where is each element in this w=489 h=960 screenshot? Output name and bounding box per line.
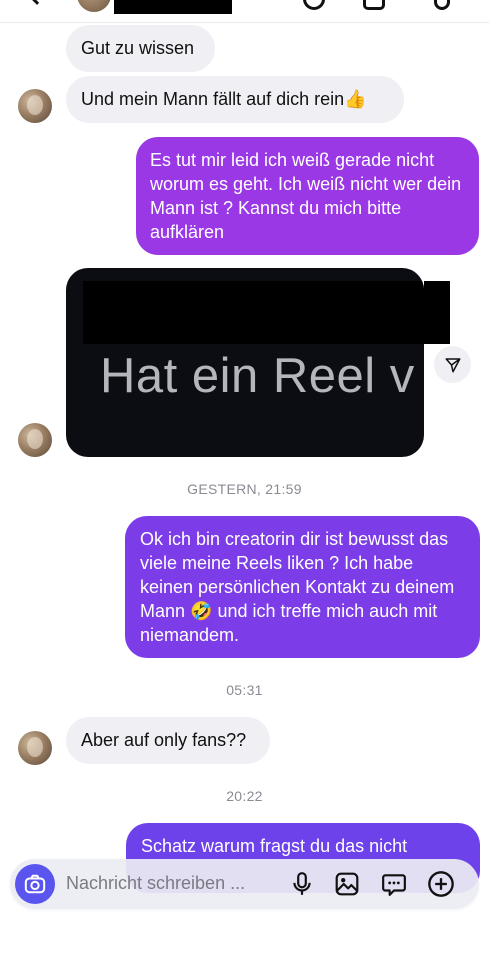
- chevron-left-icon[interactable]: [27, 0, 47, 5]
- message-text: Und mein Mann fällt auf dich rein👍: [81, 89, 367, 109]
- avatar[interactable]: [18, 423, 52, 457]
- add-button[interactable]: [427, 870, 455, 898]
- phone-icon[interactable]: [303, 0, 325, 10]
- header-avatar[interactable]: [77, 0, 111, 12]
- camera-icon: [24, 874, 46, 894]
- flag-icon[interactable]: [434, 0, 450, 10]
- message-text: Schatz warum fragst du das nicht: [141, 836, 408, 856]
- camera-button[interactable]: [15, 864, 55, 904]
- message-composer: Nachricht schreiben ...: [10, 859, 479, 909]
- incoming-message[interactable]: Aber auf only fans??: [66, 717, 270, 764]
- plus-circle-icon: [428, 871, 454, 897]
- image-icon: [335, 872, 359, 896]
- microphone-button[interactable]: [288, 870, 316, 898]
- message-text: Gut zu wissen: [81, 38, 195, 58]
- incoming-message[interactable]: Und mein Mann fällt auf dich rein👍: [66, 76, 404, 123]
- chat-header: [0, 0, 489, 23]
- share-button[interactable]: [434, 346, 471, 383]
- avatar[interactable]: [18, 89, 52, 123]
- send-icon: [445, 357, 460, 372]
- sticker-icon: [382, 874, 406, 896]
- redacted-username: [114, 0, 232, 14]
- redacted-block: [424, 281, 450, 344]
- timestamp: GESTERN, 21:59: [187, 481, 302, 497]
- message-text: Aber auf only fans??: [81, 730, 247, 750]
- message-text: Es tut mir leid ich weiß gerade nicht wo…: [150, 150, 462, 242]
- outgoing-message[interactable]: Es tut mir leid ich weiß gerade nicht wo…: [136, 137, 479, 255]
- shared-reel[interactable]: Hat ein Reel v: [66, 268, 424, 457]
- timestamp: 20:22: [226, 788, 263, 804]
- timestamp: 05:31: [226, 682, 263, 698]
- message-input[interactable]: Nachricht schreiben ...: [66, 873, 245, 894]
- video-icon[interactable]: [363, 0, 385, 10]
- microphone-icon: [293, 872, 311, 895]
- message-text: Ok ich bin creatorin dir ist bewusst das…: [140, 529, 455, 645]
- sticker-button[interactable]: [380, 870, 408, 898]
- redacted-block: [83, 281, 424, 344]
- incoming-message[interactable]: Gut zu wissen: [66, 25, 215, 72]
- avatar[interactable]: [18, 731, 52, 765]
- gallery-button[interactable]: [333, 870, 361, 898]
- outgoing-message[interactable]: Ok ich bin creatorin dir ist bewusst das…: [125, 516, 480, 658]
- reel-caption: Hat ein Reel v: [100, 349, 415, 403]
